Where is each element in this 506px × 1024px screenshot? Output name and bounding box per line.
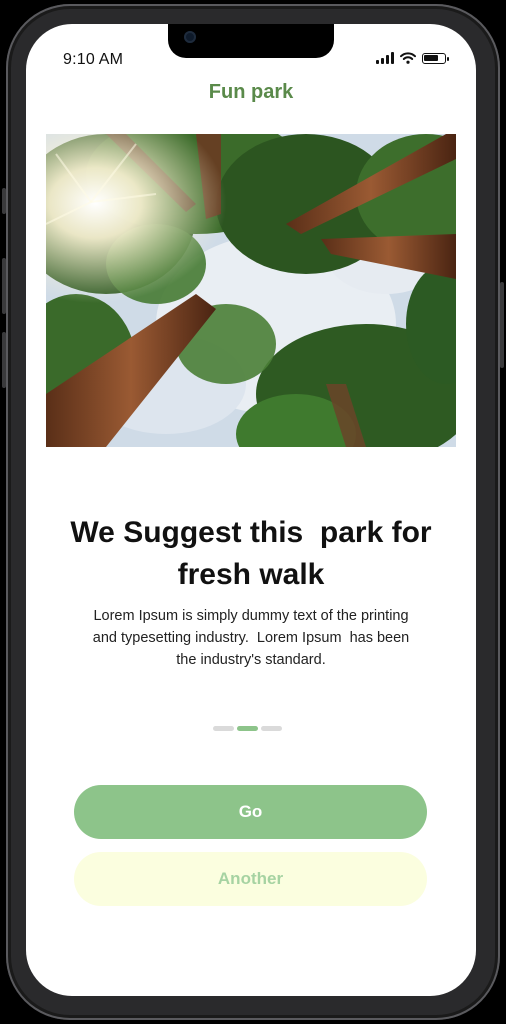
description-text: Lorem Ipsum is simply dummy text of the … — [56, 605, 446, 671]
heading-line-2: fresh walk — [177, 558, 325, 591]
description-line-1: Lorem Ipsum is simply dummy text of the … — [93, 608, 409, 624]
status-icons — [376, 52, 449, 64]
page-dot-3[interactable] — [261, 726, 282, 731]
page-indicator — [213, 726, 282, 731]
park-image — [46, 134, 456, 447]
app-title: Fun park — [208, 81, 294, 103]
phone-screen: 9:10 AM Fun park We Suggest this park fo… — [26, 24, 476, 996]
cellular-signal-icon — [376, 52, 394, 64]
silent-switch — [2, 188, 6, 214]
description-line-3: the industry's standard. — [176, 652, 326, 668]
battery-icon — [422, 52, 449, 64]
heading-line-1: We Suggest this park for — [70, 516, 432, 549]
volume-down-button — [2, 332, 6, 388]
status-time: 9:10 AM — [63, 51, 124, 68]
description-line-2: and typesetting industry. Lorem Ipsum ha… — [92, 630, 410, 646]
power-button — [500, 282, 504, 368]
wifi-icon — [400, 52, 416, 64]
front-camera — [184, 31, 196, 43]
page-dot-1[interactable] — [213, 726, 234, 731]
another-button[interactable]: Another — [74, 852, 427, 906]
suggestion-heading: We Suggest this park for fresh walk — [46, 512, 456, 596]
notch — [168, 24, 334, 58]
volume-up-button — [2, 258, 6, 314]
go-button[interactable]: Go — [74, 785, 427, 839]
page-dot-2-active[interactable] — [237, 726, 258, 731]
